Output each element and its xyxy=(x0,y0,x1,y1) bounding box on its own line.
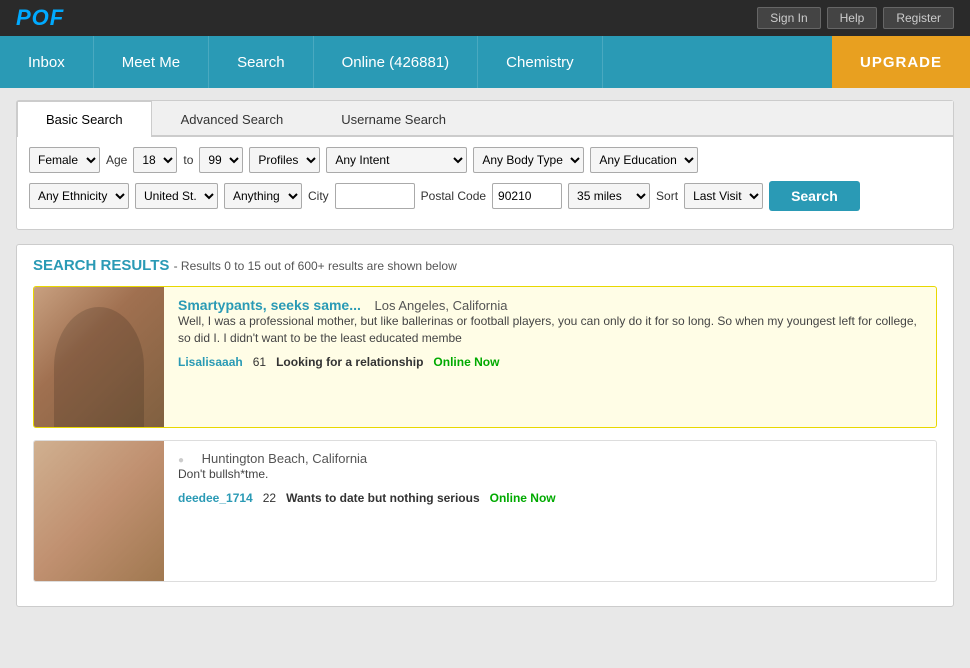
card-age: 22 xyxy=(263,491,276,505)
card-header: ● Huntington Beach, California xyxy=(178,451,922,466)
card-online: Online Now xyxy=(433,355,499,369)
card-dot: ● xyxy=(178,455,184,466)
card-username[interactable]: deedee_1714 xyxy=(178,491,253,505)
filter-row-1: Female Male Age 18202530 to 995060 Profi… xyxy=(29,147,941,173)
search-tabs: Basic Search Advanced Search Username Se… xyxy=(17,101,953,137)
register-button[interactable]: Register xyxy=(883,7,954,29)
search-results: SEARCH RESULTS - Results 0 to 15 out of … xyxy=(16,244,954,607)
postal-input[interactable] xyxy=(492,183,562,209)
age-label: Age xyxy=(106,153,127,167)
card-intent: Wants to date but nothing serious xyxy=(286,491,480,505)
filter-rows: Female Male Age 18202530 to 995060 Profi… xyxy=(17,137,953,229)
card-intent: Looking for a relationship xyxy=(276,355,423,369)
card-age: 61 xyxy=(253,355,266,369)
card-title[interactable]: Smartypants, seeks same... xyxy=(178,297,361,313)
nav-chemistry[interactable]: Chemistry xyxy=(478,36,603,88)
nav-online[interactable]: Online (426881) xyxy=(314,36,479,88)
nav-meet-me[interactable]: Meet Me xyxy=(94,36,209,88)
country-select[interactable]: United St. Canada UK xyxy=(135,183,218,209)
postal-label: Postal Code xyxy=(421,189,486,203)
ethnicity-select[interactable]: Any Ethnicity White Black Hispanic Asian xyxy=(29,183,129,209)
top-links: Sign In Help Register xyxy=(757,7,954,29)
results-subtext: - Results 0 to 15 out of 600+ results ar… xyxy=(174,259,457,273)
tab-username-search[interactable]: Username Search xyxy=(312,101,475,137)
help-button[interactable]: Help xyxy=(827,7,878,29)
card-content: Smartypants, seeks same... Los Angeles, … xyxy=(164,287,936,427)
card-photo[interactable] xyxy=(34,287,164,427)
top-bar: POF Sign In Help Register xyxy=(0,0,970,36)
card-content: ● Huntington Beach, California Don't bul… xyxy=(164,441,936,581)
card-header: Smartypants, seeks same... Los Angeles, … xyxy=(178,297,922,313)
profiles-select[interactable]: Profiles Photos xyxy=(249,147,320,173)
sort-select[interactable]: Last Visit Newest Distance xyxy=(684,183,763,209)
education-select[interactable]: Any Education High School College Gradua… xyxy=(590,147,698,173)
results-header: SEARCH RESULTS - Results 0 to 15 out of … xyxy=(33,257,937,274)
nav-bar: Inbox Meet Me Search Online (426881) Che… xyxy=(0,36,970,88)
to-label: to xyxy=(183,153,193,167)
filter-row-2: Any Ethnicity White Black Hispanic Asian… xyxy=(29,181,941,211)
card-location: Los Angeles, California xyxy=(375,298,508,313)
city-input[interactable] xyxy=(335,183,415,209)
city-label: City xyxy=(308,189,329,203)
age-from-select[interactable]: 18202530 xyxy=(133,147,177,173)
search-button[interactable]: Search xyxy=(769,181,860,211)
main-content: Basic Search Advanced Search Username Se… xyxy=(0,88,970,668)
result-card: ● Huntington Beach, California Don't bul… xyxy=(33,440,937,582)
card-photo[interactable] xyxy=(34,441,164,581)
pof-logo: POF xyxy=(16,5,64,31)
nav-upgrade[interactable]: UPGRADE xyxy=(832,36,970,88)
signin-button[interactable]: Sign In xyxy=(757,7,820,29)
card-online: Online Now xyxy=(490,491,556,505)
result-card: Smartypants, seeks same... Los Angeles, … xyxy=(33,286,937,428)
results-heading: SEARCH RESULTS xyxy=(33,257,169,274)
card-description: Well, I was a professional mother, but l… xyxy=(178,313,922,347)
body-type-select[interactable]: Any Body Type Slim Athletic xyxy=(473,147,584,173)
card-location: Huntington Beach, California xyxy=(202,451,368,466)
nav-search[interactable]: Search xyxy=(209,36,314,88)
sort-label: Sort xyxy=(656,189,678,203)
tab-basic-search[interactable]: Basic Search xyxy=(17,101,152,137)
card-meta: Lisalisaaah 61 Looking for a relationshi… xyxy=(178,355,922,369)
age-to-select[interactable]: 995060 xyxy=(199,147,243,173)
intent-select[interactable]: Any Intent Serious Relationship Casual D… xyxy=(326,147,467,173)
distance-select[interactable]: 35 miles 25 miles 50 miles 100 miles xyxy=(568,183,650,209)
card-username[interactable]: Lisalisaaah xyxy=(178,355,243,369)
card-description: Don't bullsh*tme. xyxy=(178,466,922,483)
tab-advanced-search[interactable]: Advanced Search xyxy=(152,101,313,137)
search-panel: Basic Search Advanced Search Username Se… xyxy=(16,100,954,230)
nav-inbox[interactable]: Inbox xyxy=(0,36,94,88)
relationship-select[interactable]: Anything Single Divorced xyxy=(224,183,302,209)
gender-select[interactable]: Female Male xyxy=(29,147,100,173)
card-meta: deedee_1714 22 Wants to date but nothing… xyxy=(178,491,922,505)
